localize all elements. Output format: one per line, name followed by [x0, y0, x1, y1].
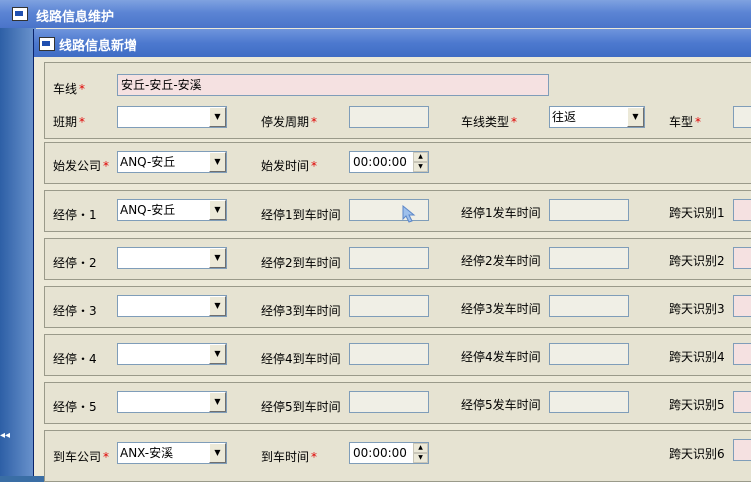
- outer-title-bar[interactable]: 线路信息维护: [0, 0, 751, 28]
- chevron-down-icon[interactable]: ▼: [209, 200, 226, 220]
- stop-value: ANQ-安丘: [120, 203, 176, 217]
- stop-depart-label: 经停5发车时间: [461, 398, 541, 412]
- end-time-input[interactable]: 00:00:00 ▲ ▼: [349, 442, 429, 464]
- window-icon[interactable]: [39, 37, 55, 51]
- start-company-label: 始发公司 *: [53, 159, 110, 173]
- stop-select[interactable]: ▼: [117, 391, 227, 413]
- cross-day-input[interactable]: [733, 247, 751, 269]
- vehicle-type-input[interactable]: [733, 106, 751, 128]
- chevron-down-icon[interactable]: ▼: [209, 248, 226, 268]
- stop-arrive-label: 经停2到车时间: [261, 256, 341, 270]
- end-company-label: 到车公司 *: [53, 450, 110, 464]
- start-company-select[interactable]: ANQ-安丘 ▼: [117, 151, 227, 173]
- stop-depart-label: 经停2发车时间: [461, 254, 541, 268]
- start-company-value: ANQ-安丘: [120, 155, 176, 169]
- route-info-panel: 车线 * 安丘-安丘-安溪 班期 * ▼ 停发周期 * 车线类型 * 往返 ▼ 车型 *: [44, 62, 751, 139]
- stop-label: 经停・3: [53, 304, 97, 318]
- cross-day-label: 跨天识别5: [669, 398, 725, 412]
- cross-day-input[interactable]: [733, 199, 751, 221]
- stop-label: 经停・4: [53, 352, 97, 366]
- chevron-down-icon[interactable]: ▼: [209, 107, 226, 127]
- stop-depart-label: 经停1发车时间: [461, 206, 541, 220]
- end-time-label: 到车时间 *: [261, 450, 318, 464]
- stop-arrive-input[interactable]: [349, 247, 429, 269]
- stop-depart-input[interactable]: [549, 247, 629, 269]
- end-company-value: ANX-安溪: [120, 446, 174, 460]
- route-type-label: 车线类型 *: [461, 115, 518, 129]
- stop-depart-input[interactable]: [549, 343, 629, 365]
- stop-depart-input[interactable]: [549, 199, 629, 221]
- stop-arrive-input[interactable]: [349, 199, 429, 221]
- route-type-value: 往返: [552, 110, 577, 124]
- schedule-select[interactable]: ▼: [117, 106, 227, 128]
- stop-select[interactable]: ▼: [117, 343, 227, 365]
- chevron-down-icon[interactable]: ▼: [209, 296, 226, 316]
- stop-label: 经停・5: [53, 400, 97, 414]
- period-label: 停发周期 *: [261, 115, 318, 129]
- dialog-title-bar[interactable]: 线路信息新增: [34, 29, 751, 57]
- stop-panel: 经停・3 ▼ 经停3到车时间 经停3发车时间 跨天识别3: [44, 286, 751, 328]
- start-time-label: 始发时间 *: [261, 159, 318, 173]
- cross-day-label: 跨天识别6: [669, 447, 725, 461]
- chevron-down-icon[interactable]: ▼: [209, 344, 226, 364]
- spin-down-icon[interactable]: ▼: [413, 162, 428, 172]
- cross-day-input[interactable]: [733, 343, 751, 365]
- chevron-down-icon[interactable]: ▼: [209, 392, 226, 412]
- route-type-select[interactable]: 往返 ▼: [549, 106, 645, 128]
- period-input[interactable]: [349, 106, 429, 128]
- stop-depart-input[interactable]: [549, 391, 629, 413]
- spin-up-icon[interactable]: ▲: [413, 152, 428, 162]
- stop-label: 经停・2: [53, 256, 97, 270]
- start-panel: 始发公司 * ANQ-安丘 ▼ 始发时间 * 00:00:00 ▲ ▼: [44, 142, 751, 184]
- stop-panel: 经停・4 ▼ 经停4到车时间 经停4发车时间 跨天识别4: [44, 334, 751, 376]
- spin-down-icon[interactable]: ▼: [413, 453, 428, 463]
- window-icon[interactable]: [12, 7, 28, 21]
- chevron-down-icon[interactable]: ▼: [209, 152, 226, 172]
- stop-select[interactable]: ANQ-安丘 ▼: [117, 199, 227, 221]
- outer-window-title: 线路信息维护: [36, 10, 115, 25]
- stop-arrive-label: 经停3到车时间: [261, 304, 341, 318]
- stop-depart-input[interactable]: [549, 295, 629, 317]
- stop-panel: 经停・5 ▼ 经停5到车时间 经停5发车时间 跨天识别5: [44, 382, 751, 424]
- add-route-dialog: 线路信息新增 车线 * 安丘-安丘-安溪 班期 * ▼ 停发周期 * 车线类型 * 往返…: [33, 29, 751, 482]
- stop-arrive-label: 经停1到车时间: [261, 208, 341, 222]
- start-time-input[interactable]: 00:00:00 ▲ ▼: [349, 151, 429, 173]
- stop-arrive-input[interactable]: [349, 343, 429, 365]
- stop-select[interactable]: ▼: [117, 247, 227, 269]
- stop-depart-label: 经停4发车时间: [461, 350, 541, 364]
- stop-arrive-label: 经停5到车时间: [261, 400, 341, 414]
- route-label: 车线 *: [53, 82, 86, 96]
- chevron-down-icon[interactable]: ▼: [209, 443, 226, 463]
- stop-panel: 经停・1 ANQ-安丘 ▼ 经停1到车时间 经停1发车时间 跨天识别1: [44, 190, 751, 232]
- stop-arrive-label: 经停4到车时间: [261, 352, 341, 366]
- stop-label: 经停・1: [53, 208, 97, 222]
- stop-arrive-input[interactable]: [349, 391, 429, 413]
- vehicle-type-label: 车型 *: [669, 115, 702, 129]
- end-company-select[interactable]: ANX-安溪 ▼: [117, 442, 227, 464]
- cross-day-label: 跨天识别4: [669, 350, 725, 364]
- cross-day-label: 跨天识别3: [669, 302, 725, 316]
- schedule-label: 班期 *: [53, 115, 86, 129]
- stop-select[interactable]: ▼: [117, 295, 227, 317]
- outer-left-strip: ◂◂: [0, 28, 36, 476]
- start-time-value: 00:00:00: [353, 155, 407, 169]
- cross-day-input[interactable]: [733, 391, 751, 413]
- stop-arrive-input[interactable]: [349, 295, 429, 317]
- chevron-down-icon[interactable]: ▼: [627, 107, 644, 127]
- scroll-arrows-icon[interactable]: ◂◂: [0, 430, 10, 441]
- stop-depart-label: 经停3发车时间: [461, 302, 541, 316]
- end-time-value: 00:00:00: [353, 446, 407, 460]
- cross-day-input[interactable]: [733, 295, 751, 317]
- cross-day-label: 跨天识别2: [669, 254, 725, 268]
- mouse-cursor-icon: [402, 205, 416, 223]
- route-input[interactable]: 安丘-安丘-安溪: [117, 74, 549, 96]
- stop-panel: 经停・2 ▼ 经停2到车时间 经停2发车时间 跨天识别2: [44, 238, 751, 280]
- spin-up-icon[interactable]: ▲: [413, 443, 428, 453]
- dialog-title: 线路信息新增: [59, 39, 138, 54]
- cross-day-label: 跨天识别1: [669, 206, 725, 220]
- end-panel: 到车公司 * ANX-安溪 ▼ 到车时间 * 00:00:00 ▲ ▼ 跨天识别6: [44, 430, 751, 482]
- cross-day-input[interactable]: [733, 439, 751, 461]
